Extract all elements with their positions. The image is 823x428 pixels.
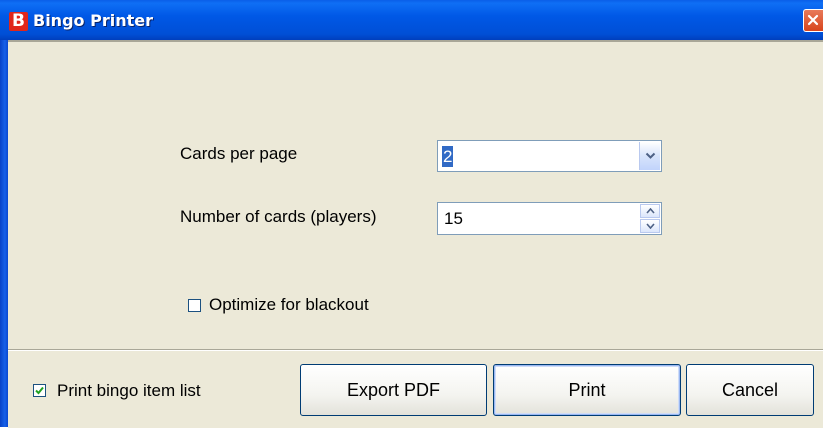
cancel-button[interactable]: Cancel [686, 364, 814, 416]
cards-per-page-select[interactable]: 2 [437, 140, 662, 172]
content-top-edge [8, 40, 823, 42]
bingo-app-icon: B [9, 12, 28, 31]
cards-per-page-label: Cards per page [180, 144, 298, 163]
number-of-cards-spinner[interactable]: 15 [437, 202, 662, 235]
number-of-cards-value: 15 [444, 209, 463, 228]
print-item-list-label[interactable]: Print bingo item list [57, 381, 201, 401]
window-title: Bingo Printer [33, 11, 153, 30]
spinner-decrement-button[interactable] [640, 219, 660, 233]
export-pdf-button[interactable]: Export PDF [300, 364, 487, 416]
close-button[interactable] [803, 9, 823, 32]
optimize-blackout-label[interactable]: Optimize for blackout [209, 295, 369, 315]
checkmark-icon [35, 386, 44, 395]
print-item-list-checkbox[interactable] [33, 384, 46, 397]
close-icon [807, 14, 819, 26]
optimize-blackout-checkbox[interactable] [188, 299, 201, 312]
title-bar[interactable]: B Bingo Printer [0, 0, 823, 40]
footer-divider [8, 350, 823, 351]
dropdown-button[interactable] [639, 142, 660, 170]
cards-per-page-value: 2 [442, 146, 454, 167]
number-of-cards-label: Number of cards (players) [180, 207, 377, 226]
chevron-down-icon [645, 152, 656, 159]
spinner-increment-button[interactable] [640, 204, 660, 218]
chevron-up-icon [646, 208, 655, 214]
bingo-printer-dialog: B Bingo Printer Cards per page 2 Number … [0, 0, 823, 428]
print-button[interactable]: Print [493, 364, 681, 416]
chevron-down-icon [646, 223, 655, 229]
window-left-border [0, 40, 8, 427]
